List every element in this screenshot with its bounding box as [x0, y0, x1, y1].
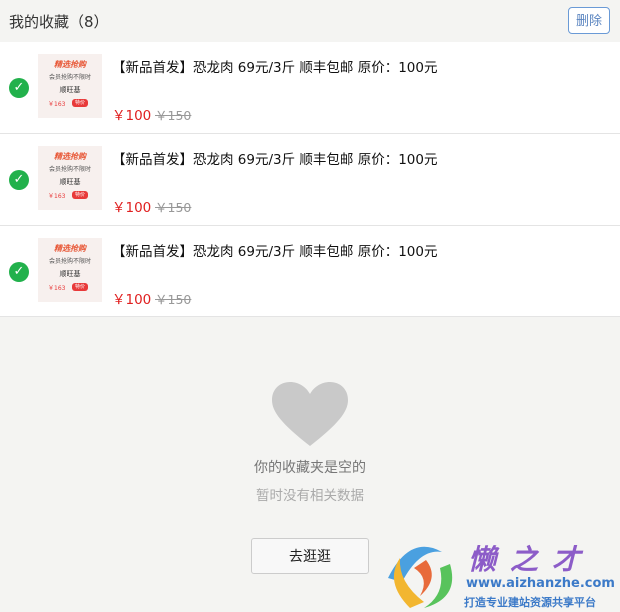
thumb-sub: 会员抢购不限时 — [48, 166, 91, 173]
heart-icon — [272, 382, 348, 446]
watermark-url: www.aizhanzhe.com — [466, 576, 615, 591]
thumb-brand: 顺旺基 — [59, 86, 81, 94]
page-title: 我的收藏（8） — [9, 13, 109, 31]
check-icon[interactable]: ✓ — [9, 170, 29, 190]
product-name[interactable]: 【新品首发】恐龙肉 69元/3斤 顺丰包邮 原价：100元 — [112, 240, 437, 260]
product-thumbnail[interactable]: 精选抢购 会员抢购不限时 顺旺基 ￥163 特价 — [38, 238, 102, 302]
browse-button[interactable]: 去逛逛 — [251, 538, 369, 574]
product-thumbnail[interactable]: 精选抢购 会员抢购不限时 顺旺基 ￥163 特价 — [38, 146, 102, 210]
favorites-list: ✓ 精选抢购 会员抢购不限时 顺旺基 ￥163 特价 【新品首发】恐龙肉 69元… — [0, 42, 620, 317]
product-price: ￥100 — [112, 108, 152, 124]
header: 我的收藏（8） 删除 — [0, 0, 620, 42]
thumb-brand: 顺旺基 — [59, 178, 81, 186]
watermark-logo-icon — [388, 546, 453, 608]
thumb-brand: 顺旺基 — [59, 270, 81, 278]
thumb-tag: 特价 — [72, 283, 89, 291]
empty-message: 你的收藏夹是空的 — [254, 460, 366, 476]
empty-state: 你的收藏夹是空的 暂时没有相关数据 去逛逛 懒之才 www.aizhanzhe.… — [0, 318, 620, 612]
list-item[interactable]: ✓ 精选抢购 会员抢购不限时 顺旺基 ￥163 特价 【新品首发】恐龙肉 69元… — [0, 134, 620, 226]
empty-sub-message: 暂时没有相关数据 — [256, 488, 364, 504]
delete-button[interactable]: 删除 — [568, 7, 610, 34]
product-name[interactable]: 【新品首发】恐龙肉 69元/3斤 顺丰包邮 原价：100元 — [112, 148, 437, 168]
thumb-price: ￥163 — [48, 193, 66, 200]
thumb-banner: 精选抢购 — [54, 244, 86, 253]
product-thumbnail[interactable]: 精选抢购 会员抢购不限时 顺旺基 ￥163 特价 — [38, 54, 102, 118]
watermark-title: 懒之才 — [468, 543, 595, 576]
original-price: ￥150 — [155, 108, 192, 123]
check-icon[interactable]: ✓ — [9, 78, 29, 98]
list-item[interactable]: ✓ 精选抢购 会员抢购不限时 顺旺基 ￥163 特价 【新品首发】恐龙肉 69元… — [0, 42, 620, 134]
check-icon[interactable]: ✓ — [9, 262, 29, 282]
list-item[interactable]: ✓ 精选抢购 会员抢购不限时 顺旺基 ￥163 特价 【新品首发】恐龙肉 69元… — [0, 226, 620, 317]
thumb-banner: 精选抢购 — [54, 60, 86, 69]
thumb-sub: 会员抢购不限时 — [48, 74, 91, 81]
thumb-tag: 特价 — [72, 99, 89, 107]
original-price: ￥150 — [155, 292, 192, 307]
original-price: ￥150 — [155, 200, 192, 215]
thumb-banner: 精选抢购 — [54, 152, 86, 161]
watermark: 懒之才 www.aizhanzhe.com 打造专业建站资源共享平台 — [380, 536, 620, 612]
thumb-sub: 会员抢购不限时 — [48, 258, 91, 265]
thumb-price: ￥163 — [48, 101, 66, 108]
thumb-tag: 特价 — [72, 191, 89, 199]
thumb-price: ￥163 — [48, 285, 66, 292]
product-name[interactable]: 【新品首发】恐龙肉 69元/3斤 顺丰包邮 原价：100元 — [112, 56, 437, 76]
product-price: ￥100 — [112, 292, 152, 308]
watermark-slogan: 打造专业建站资源共享平台 — [464, 596, 596, 609]
product-price: ￥100 — [112, 200, 152, 216]
